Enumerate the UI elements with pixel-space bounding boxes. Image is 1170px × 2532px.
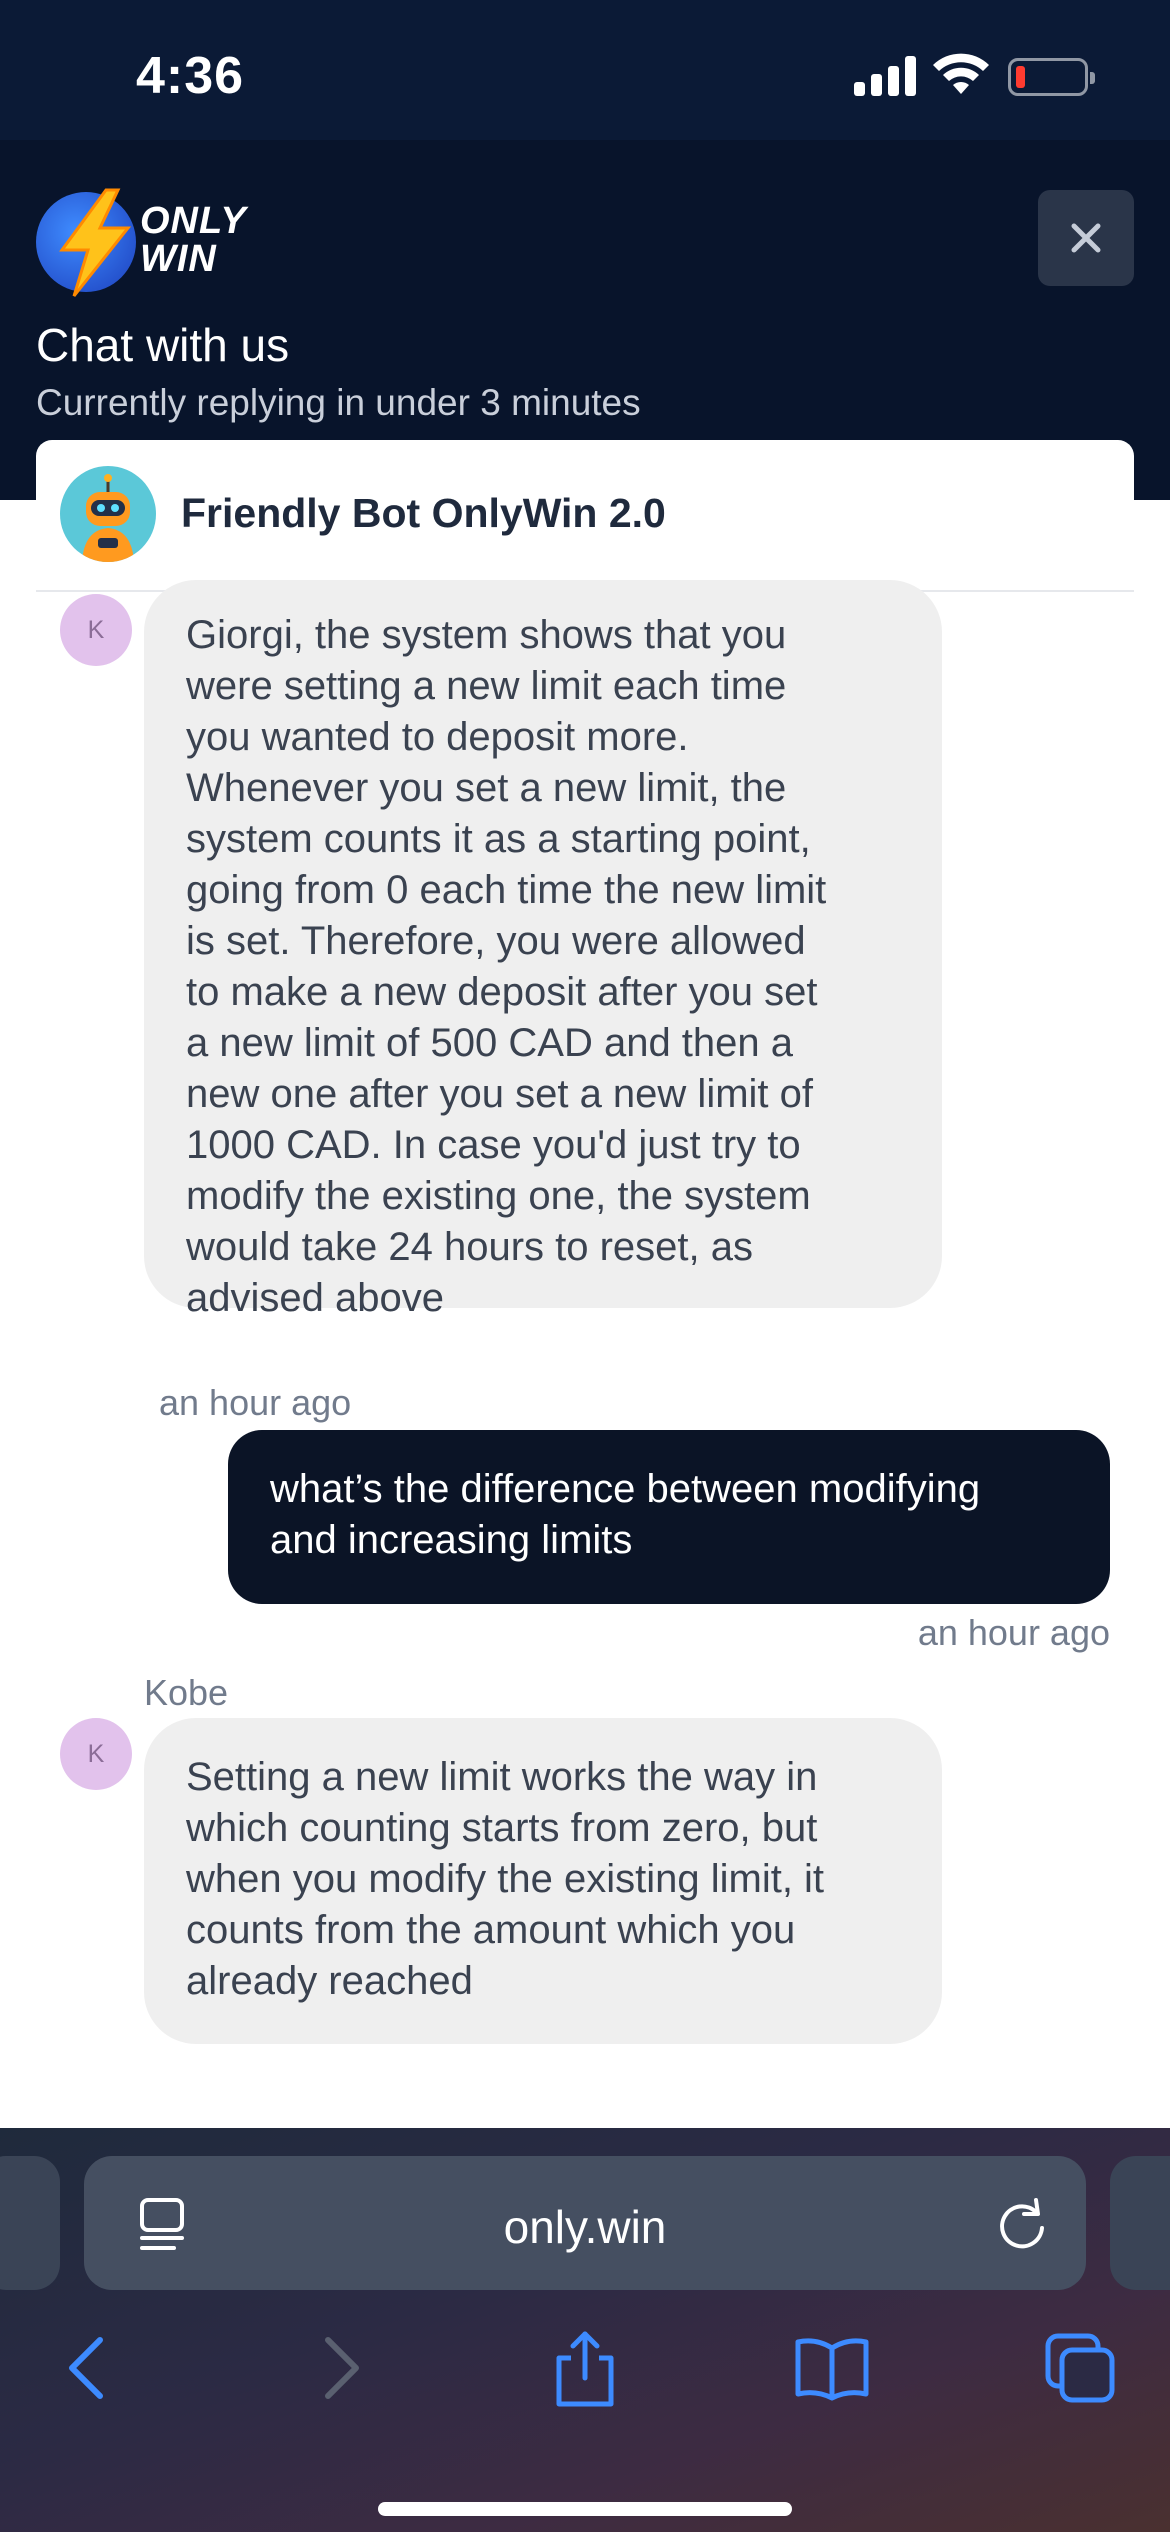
wifi-icon xyxy=(933,53,989,94)
safari-toolbar: only.win xyxy=(0,2128,1170,2532)
message-line: Setting a new limit works the way in xyxy=(186,1755,818,1799)
sender-name: Kobe xyxy=(144,1672,229,1713)
message-line: Giorgi, the system shows that you xyxy=(186,613,787,657)
logo-text: ONLY WIN xyxy=(140,202,247,278)
header-subtitle: Currently replying in under 3 minutes xyxy=(36,382,641,423)
status-time: 4:36 xyxy=(136,47,245,105)
bookmarks-icon[interactable] xyxy=(792,2328,872,2408)
message-line: Whenever you set a new limit, the xyxy=(186,766,787,810)
tabs-icon[interactable] xyxy=(1040,2328,1120,2408)
message-line: to make a new deposit after you set xyxy=(186,970,818,1014)
forward-icon[interactable] xyxy=(300,2328,380,2408)
message-timestamp: an hour ago xyxy=(917,1612,1110,1653)
message-line: you wanted to deposit more. xyxy=(186,715,689,759)
message-line: already reached xyxy=(186,1959,473,2003)
reload-icon[interactable] xyxy=(992,2194,1052,2254)
status-bar: 4:36 xyxy=(0,0,1170,140)
header-title: Chat with us xyxy=(36,319,290,371)
message-line: advised above xyxy=(186,1276,444,1320)
bot-avatar xyxy=(60,466,156,562)
message-line: going from 0 each time the new limit xyxy=(186,868,827,912)
message-timestamp: an hour ago xyxy=(159,1382,352,1423)
address-bar[interactable]: only.win xyxy=(84,2156,1086,2290)
message-line: new one after you set a new limit of xyxy=(186,1072,813,1116)
close-button[interactable] xyxy=(1038,190,1134,286)
message-line: when you modify the existing limit, it xyxy=(186,1857,825,1901)
logo-line-1: ONLY xyxy=(140,200,247,242)
back-icon[interactable] xyxy=(48,2328,128,2408)
message-line: system counts it as a starting point, xyxy=(186,817,811,861)
url-text: only.win xyxy=(503,2201,667,2253)
onlywin-logo: ONLY WIN xyxy=(36,188,266,297)
battery-icon xyxy=(1008,58,1095,96)
lightning-bolt-icon xyxy=(59,188,132,297)
message-line: modify the existing one, the system xyxy=(186,1174,811,1218)
next-tab[interactable] xyxy=(1110,2156,1170,2290)
logo-line-2: WIN xyxy=(140,238,217,280)
home-indicator xyxy=(378,2502,792,2516)
chat-agent-header: Friendly Bot OnlyWin 2.0 xyxy=(36,440,1134,592)
robot-icon xyxy=(82,474,134,562)
battery-level xyxy=(1016,66,1025,88)
message-line: and increasing limits xyxy=(270,1518,633,1562)
message-line: counts from the amount which you xyxy=(186,1908,796,1952)
message-line: a new limit of 500 CAD and then a xyxy=(186,1021,794,1065)
agent-avatar: K xyxy=(60,1718,132,1790)
incoming-message-bubble: Giorgi, the system shows that you were s… xyxy=(144,580,942,1320)
previous-tab[interactable] xyxy=(0,2156,60,2290)
message-line: were setting a new limit each time xyxy=(186,664,787,708)
incoming-message-bubble: Setting a new limit works the way in whi… xyxy=(144,1718,942,2044)
share-icon[interactable] xyxy=(545,2328,625,2408)
bot-name: Friendly Bot OnlyWin 2.0 xyxy=(181,490,666,536)
close-icon xyxy=(1071,223,1101,253)
cellular-signal-icon xyxy=(854,56,918,96)
chat-panel[interactable]: Friendly Bot OnlyWin 2.0 K Giorgi, the s… xyxy=(36,440,1134,2106)
message-line: is set. Therefore, you were allowed xyxy=(186,919,806,963)
message-line: would take 24 hours to reset, as xyxy=(186,1225,753,1269)
message-line: 1000 CAD. In case you'd just try to xyxy=(186,1123,801,1167)
message-line: what’s the difference between modifying xyxy=(270,1467,981,1511)
message-line: which counting starts from zero, but xyxy=(186,1806,818,1850)
outgoing-message-bubble: what’s the difference between modifying … xyxy=(228,1430,1110,1604)
agent-avatar: K xyxy=(60,594,132,666)
